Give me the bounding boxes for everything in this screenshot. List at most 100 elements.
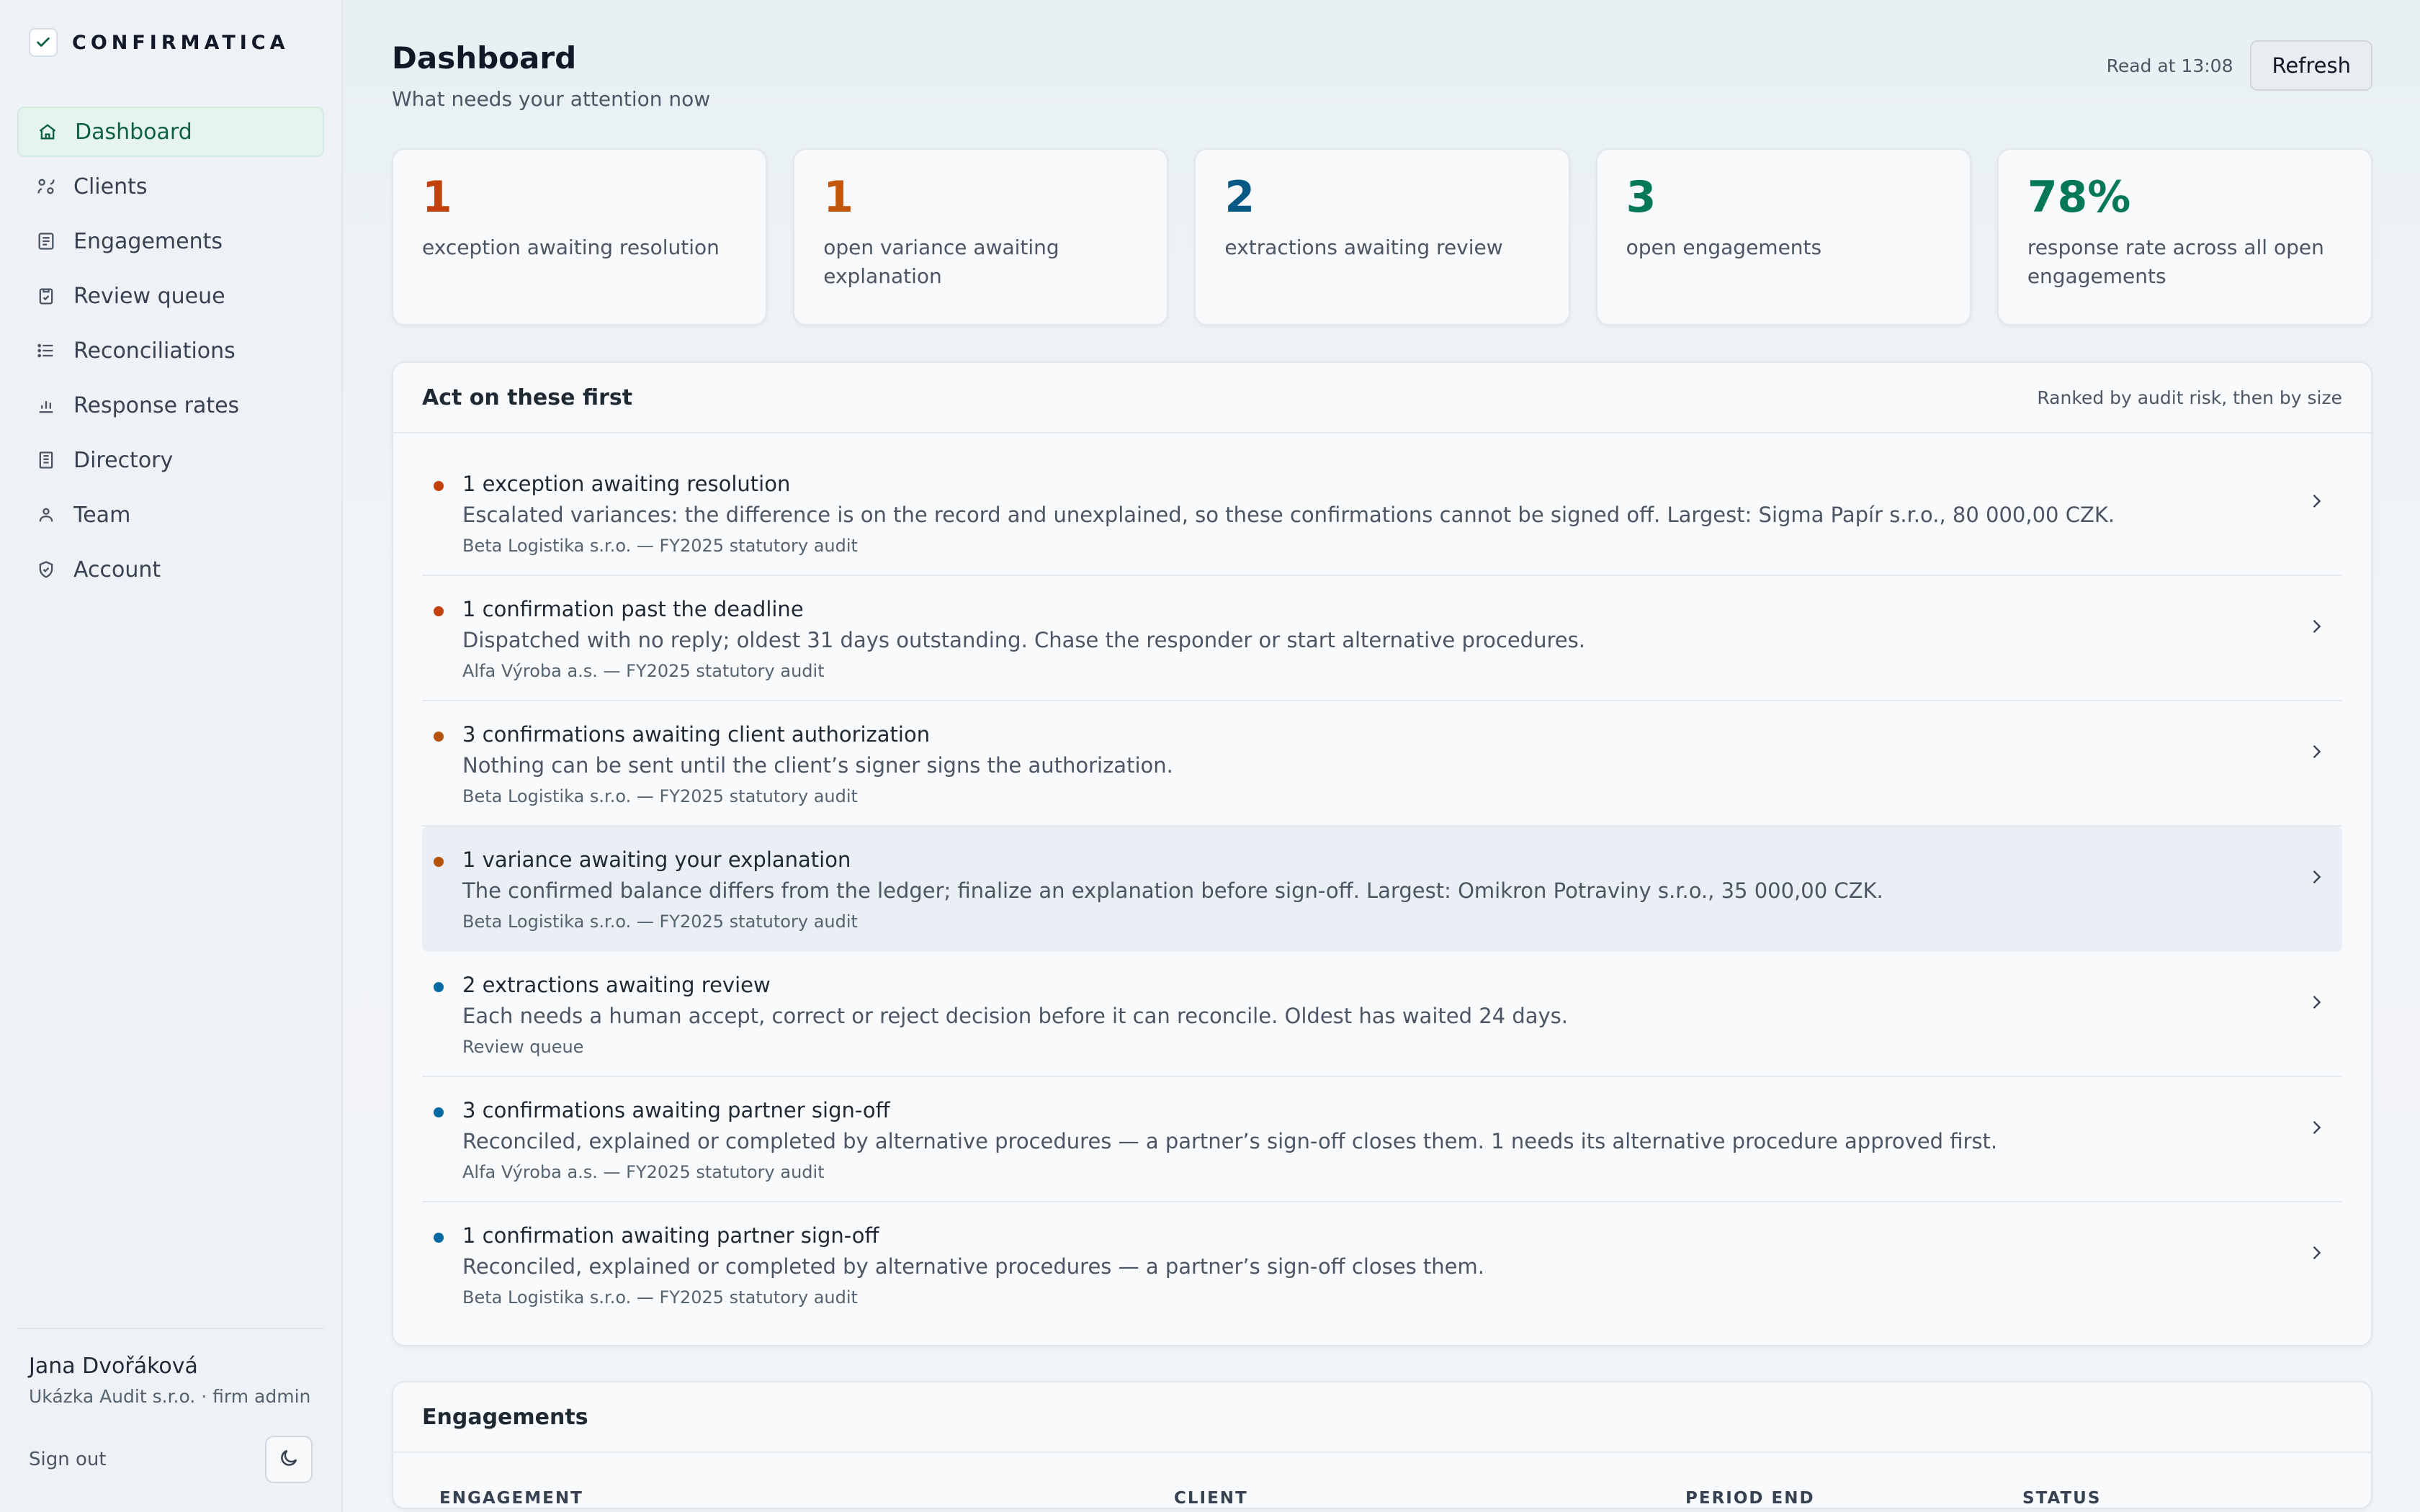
task-meta: Review queue: [462, 1037, 584, 1057]
document-icon: [35, 230, 58, 253]
moon-icon: [278, 1447, 300, 1472]
task-meta: Beta Logistika s.r.o. — FY2025 statutory…: [462, 786, 858, 806]
stat-card-exceptions[interactable]: 1 exception awaiting resolution: [392, 148, 768, 325]
chevron-right-icon: [2306, 491, 2326, 511]
task-item[interactable]: 1 exception awaiting resolution Escalate…: [422, 451, 2342, 576]
panel-header: Act on these first Ranked by audit risk,…: [393, 363, 2371, 433]
stat-label: open engagements: [1626, 235, 1822, 259]
task-item[interactable]: 2 extractions awaiting review Each needs…: [422, 952, 2342, 1077]
column-header-status[interactable]: STATUS: [2022, 1489, 2101, 1508]
chevron-right-icon: [2306, 616, 2326, 636]
column-header-period-end[interactable]: PERIOD END: [1685, 1489, 2022, 1508]
main-content: Dashboard What needs your attention now …: [343, 0, 2420, 1512]
task-item[interactable]: 1 confirmation awaiting partner sign-off…: [422, 1202, 2342, 1328]
task-description: Dispatched with no reply; oldest 31 days…: [462, 628, 1585, 652]
sign-out-link[interactable]: Sign out: [29, 1449, 107, 1470]
task-meta: Alfa Výroba a.s. — FY2025 statutory audi…: [462, 661, 825, 681]
brand[interactable]: CONFIRMATICA: [17, 0, 324, 85]
sidebar-nav: Dashboard Clients Engagements Review que…: [17, 107, 324, 595]
task-title: 1 variance awaiting your explanation: [462, 847, 851, 872]
column-header-engagement[interactable]: ENGAGEMENT: [439, 1489, 1174, 1508]
priority-dot: [434, 1107, 444, 1117]
sidebar-item-review-queue[interactable]: Review queue: [17, 271, 324, 321]
refresh-button[interactable]: Refresh: [2250, 40, 2372, 91]
sidebar-item-label: Engagements: [73, 228, 223, 254]
task-title: 2 extractions awaiting review: [462, 973, 771, 997]
priority-dot: [434, 732, 444, 742]
team-icon: [35, 503, 58, 526]
stat-card-engagements[interactable]: 3 open engagements: [1595, 148, 1971, 325]
stat-card-extractions[interactable]: 2 extractions awaiting review: [1194, 148, 1570, 325]
sidebar-item-label: Account: [73, 557, 161, 582]
engagements-panel: Engagements ENGAGEMENT CLIENT PERIOD END…: [392, 1381, 2372, 1509]
sidebar-item-dashboard[interactable]: Dashboard: [17, 107, 324, 157]
sidebar-item-label: Dashboard: [75, 119, 192, 145]
sidebar-item-label: Clients: [73, 174, 148, 199]
user-org: Ukázka Audit s.r.o. · firm admin: [29, 1386, 311, 1407]
task-title: 1 confirmation awaiting partner sign-off: [462, 1223, 879, 1248]
task-item[interactable]: 1 variance awaiting your explanation The…: [422, 827, 2342, 952]
chevron-right-icon: [2306, 992, 2326, 1012]
stat-label: open variance awaiting explanation: [823, 235, 1059, 288]
stat-label: response rate across all open engagement…: [2027, 235, 2324, 288]
page-subtitle: What needs your attention now: [392, 87, 711, 111]
header-actions: Read at 13:08 Refresh: [2107, 40, 2372, 91]
stat-label: exception awaiting resolution: [422, 235, 720, 259]
sidebar-item-directory[interactable]: Directory: [17, 435, 324, 485]
sidebar-item-team[interactable]: Team: [17, 490, 324, 540]
task-meta: Beta Logistika s.r.o. — FY2025 statutory…: [462, 536, 858, 556]
brand-name: CONFIRMATICA: [72, 31, 290, 54]
task-description: Nothing can be sent until the client’s s…: [462, 753, 1173, 778]
priority-dot: [434, 606, 444, 616]
list-icon: [35, 339, 58, 362]
stat-cards: 1 exception awaiting resolution 1 open v…: [392, 148, 2373, 325]
stat-value: 2: [1224, 172, 1255, 222]
stat-value: 3: [1626, 172, 1657, 222]
priority-dot: [434, 982, 444, 992]
stat-value: 1: [823, 172, 853, 222]
stat-card-variances[interactable]: 1 open variance awaiting explanation: [793, 148, 1169, 325]
stat-card-response-rate[interactable]: 78% response rate across all open engage…: [1996, 148, 2373, 325]
task-description: Reconciled, explained or completed by al…: [462, 1129, 1998, 1153]
task-item[interactable]: 3 confirmations awaiting client authoriz…: [422, 701, 2342, 827]
column-header-client[interactable]: CLIENT: [1174, 1489, 1685, 1508]
home-icon: [36, 120, 59, 143]
task-description: Each needs a human accept, correct or re…: [462, 1004, 1569, 1028]
chevron-right-icon: [2306, 742, 2326, 762]
task-meta: Beta Logistika s.r.o. — FY2025 statutory…: [462, 912, 858, 932]
stat-value: 78%: [2027, 172, 2131, 222]
sidebar-item-clients[interactable]: Clients: [17, 161, 324, 212]
sidebar-item-reconciliations[interactable]: Reconciliations: [17, 325, 324, 376]
task-title: 1 exception awaiting resolution: [462, 472, 791, 496]
task-list: 1 exception awaiting resolution Escalate…: [393, 433, 2371, 1345]
chevron-right-icon: [2306, 867, 2326, 887]
clients-icon: [35, 175, 58, 198]
priority-dot: [434, 857, 444, 867]
priority-dot: [434, 481, 444, 491]
sidebar-item-label: Response rates: [73, 392, 240, 418]
panel-note: Ranked by audit risk, then by size: [2037, 387, 2342, 408]
task-meta: Alfa Výroba a.s. — FY2025 statutory audi…: [462, 1162, 825, 1182]
user-name: Jana Dvořáková: [29, 1354, 198, 1379]
clipboard-check-icon: [35, 284, 58, 307]
bar-chart-icon: [35, 394, 58, 417]
act-first-panel: Act on these first Ranked by audit risk,…: [392, 361, 2372, 1346]
task-description: Escalated variances: the difference is o…: [462, 503, 2115, 527]
task-item[interactable]: 1 confirmation past the deadline Dispatc…: [422, 576, 2342, 701]
sidebar-item-account[interactable]: Account: [17, 544, 324, 595]
sidebar-item-engagements[interactable]: Engagements: [17, 216, 324, 266]
task-title: 1 confirmation past the deadline: [462, 597, 804, 621]
table-header: ENGAGEMENT CLIENT PERIOD END STATUS: [393, 1453, 2371, 1508]
stat-label: extractions awaiting review: [1224, 235, 1503, 259]
user-panel: Jana Dvořáková Ukázka Audit s.r.o. · fir…: [17, 1328, 324, 1512]
page-title: Dashboard: [392, 40, 577, 76]
task-title: 3 confirmations awaiting client authoriz…: [462, 722, 931, 747]
panel-title: Act on these first: [422, 384, 633, 410]
brand-check-icon: [29, 28, 58, 57]
user-actions: Sign out: [29, 1436, 313, 1483]
task-item[interactable]: 3 confirmations awaiting partner sign-of…: [422, 1077, 2342, 1202]
sidebar-item-label: Team: [73, 502, 131, 528]
sidebar-item-label: Review queue: [73, 283, 225, 309]
theme-toggle-button[interactable]: [265, 1436, 313, 1483]
sidebar-item-response-rates[interactable]: Response rates: [17, 380, 324, 431]
